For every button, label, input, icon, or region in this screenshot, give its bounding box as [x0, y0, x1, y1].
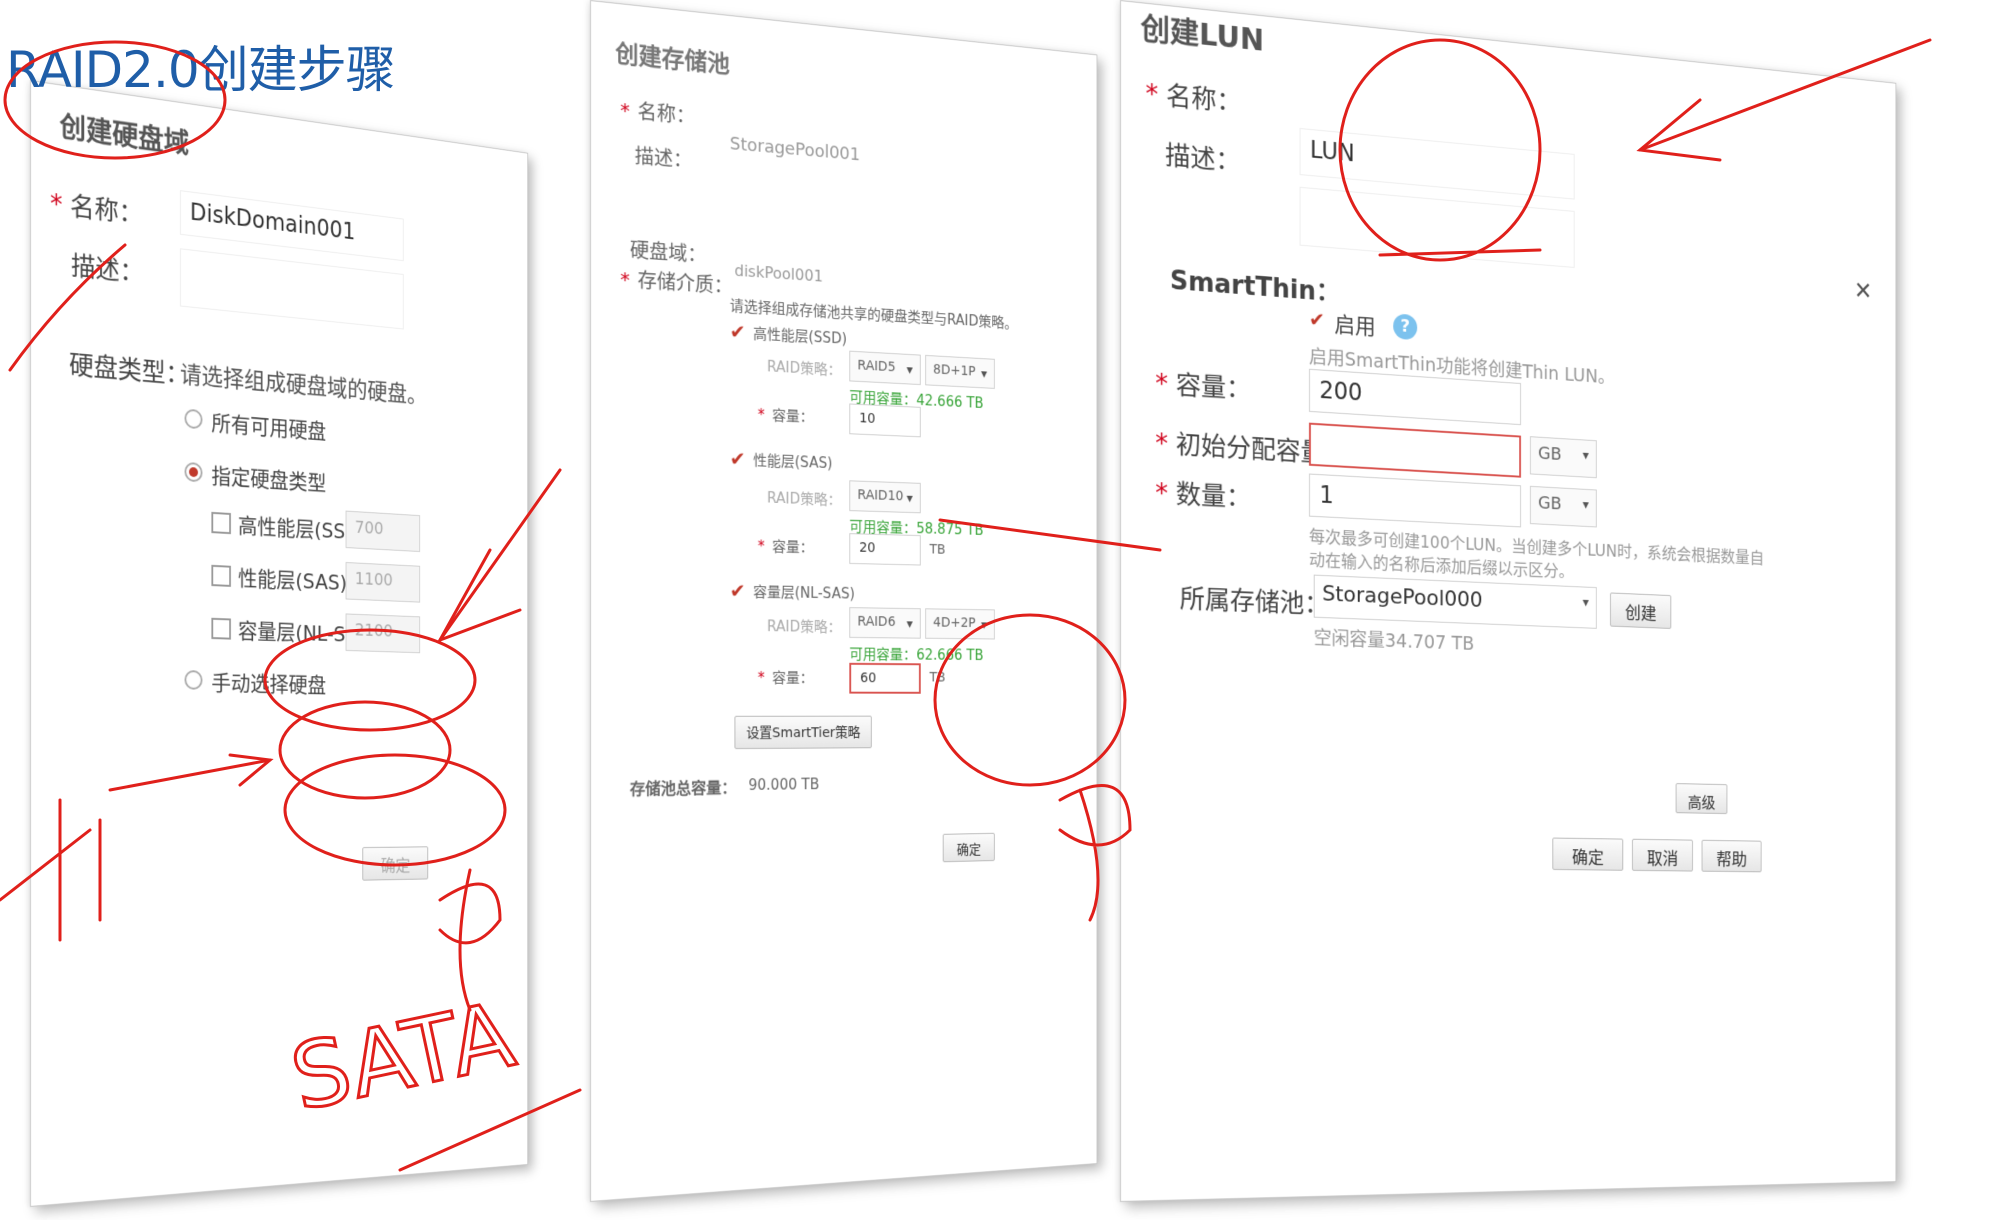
nlsas-check-icon[interactable]: ✔ [730, 579, 746, 603]
total-value: 90.000 TB [748, 776, 819, 794]
enable-label: 启用 [1334, 307, 1375, 341]
radio-manual[interactable] [185, 670, 203, 690]
ok-button[interactable]: 确定 [943, 833, 995, 862]
sas-checkbox[interactable] [211, 565, 231, 587]
ssd-layout-select[interactable]: 8D+1P ▾ [925, 355, 995, 389]
sas-raid-select[interactable]: RAID10 ▾ [849, 480, 920, 513]
nlsas-tier-label: 容量层(NL-SAS) [753, 581, 855, 603]
nlsas-cap-label: * 容量： [758, 667, 814, 688]
sas-cap-label: * 容量： [758, 536, 814, 558]
nlsas-count-input[interactable]: 2100 [346, 613, 420, 653]
ok-button[interactable]: 确定 [1552, 838, 1623, 871]
ssd-count-input[interactable]: 700 [346, 511, 420, 552]
desc-label: 描述： [71, 246, 144, 290]
radio-all-disks[interactable] [185, 409, 203, 430]
nlsas-avail: 可用容量：62.666 TB [849, 644, 983, 665]
name-label: * 名称： [50, 184, 143, 232]
count-label: * 数量： [1155, 473, 1251, 515]
sas-tier-label: 性能层(SAS) [753, 450, 832, 473]
smartthin-check-icon[interactable]: ✔ [1309, 307, 1325, 332]
total-label: 存储池总容量： [630, 774, 736, 799]
disk-type-hint: 请选择组成硬盘域的硬盘。 [180, 355, 427, 410]
radio-all-label: 所有可用硬盘 [211, 406, 326, 446]
ssd-check-icon[interactable]: ✔ [730, 319, 746, 343]
desc-label: 描述： [1165, 135, 1240, 178]
sas-raid-label: RAID策略： [767, 487, 841, 510]
desc-input[interactable] [180, 248, 404, 329]
capacity-label: * 容量： [1155, 363, 1251, 406]
advanced-button[interactable]: 高级 [1676, 783, 1728, 814]
cancel-button[interactable]: 取消 [1632, 839, 1693, 872]
desc-label: 描述： [635, 140, 692, 174]
ssd-cap-label: * 容量： [758, 404, 814, 427]
create-pool-button[interactable]: 创建 [1610, 592, 1671, 628]
sas-count-input[interactable]: 1100 [346, 562, 420, 603]
nlsas-layout-select[interactable]: 4D+2P ▾ [925, 608, 995, 639]
dialog-title: 创建硬盘域 [60, 105, 189, 162]
help-button[interactable]: 帮助 [1702, 840, 1762, 873]
nlsas-unit: TB [930, 670, 946, 685]
sas-unit: TB [930, 542, 946, 558]
sas-tier-label: 性能层(SAS) [238, 561, 347, 596]
pool-free: 空闲容量34.707 TB [1314, 624, 1474, 656]
smartthin-label: SmartThin： [1170, 260, 1340, 309]
radio-specify-label: 指定硬盘类型 [211, 459, 326, 497]
dialog-title: 创建存储池 [615, 34, 729, 80]
ok-button[interactable]: 确定 [362, 846, 428, 880]
nlsas-raid-select[interactable]: RAID6 ▾ [849, 607, 920, 639]
radio-specify-type[interactable] [185, 462, 203, 483]
ssd-checkbox[interactable] [211, 512, 231, 534]
create-disk-domain-dialog: 创建硬盘域 * 名称： 描述： DiskDomain001 硬盘类型： 请选择组成… [30, 80, 528, 1207]
slide-title: RAID2.0创建步骤 [6, 30, 395, 102]
ssd-tier-label: 高性能层(SSD) [753, 323, 847, 349]
dialog-title: 创建LUN [1141, 3, 1264, 59]
count-input[interactable]: 1 [1309, 474, 1521, 528]
nlsas-raid-label: RAID策略： [767, 616, 841, 637]
domain-label: 硬盘域： [630, 234, 706, 268]
pool-label: 所属存储池： [1180, 579, 1329, 622]
medium-label: * 存储介质： [620, 263, 732, 299]
name-value: StoragePool001 [730, 133, 860, 165]
ssd-raid-label: RAID策略： [767, 356, 841, 380]
sas-cap-input[interactable]: 20 [849, 533, 920, 565]
smarttier-button[interactable]: 设置SmartTier策略 [734, 716, 871, 749]
name-input[interactable]: DiskDomain001 [180, 190, 404, 261]
name-label: * 名称： [620, 94, 695, 130]
ssd-cap-input[interactable]: 10 [849, 403, 920, 437]
domain-value: diskPool001 [734, 261, 822, 285]
radio-manual-label: 手动选择硬盘 [211, 666, 326, 699]
help-icon[interactable]: ? [1393, 313, 1417, 340]
disk-type-label: 硬盘类型： [69, 345, 189, 392]
close-icon[interactable]: ✕ [1854, 277, 1872, 306]
name-label: * 名称： [1146, 74, 1242, 120]
create-storage-pool-dialog: 创建存储池 * 名称： 描述： StoragePool001 硬盘域： diskP… [590, 0, 1097, 1202]
count-unit-select[interactable]: GB ▾ [1530, 486, 1597, 528]
sas-check-icon[interactable]: ✔ [730, 447, 746, 471]
create-lun-dialog: 创建LUN ✕ * 名称： 描述： LUN SmartThin： ✔ 启用 ? 启… [1120, 0, 1896, 1202]
ssd-raid-select[interactable]: RAID5 ▾ [849, 351, 920, 385]
initial-unit-select[interactable]: GB ▾ [1530, 436, 1597, 478]
desc-input[interactable] [1300, 187, 1575, 268]
nlsas-checkbox[interactable] [211, 618, 231, 640]
nlsas-cap-input[interactable]: 60 [849, 663, 920, 694]
name-input[interactable]: LUN [1300, 128, 1575, 200]
